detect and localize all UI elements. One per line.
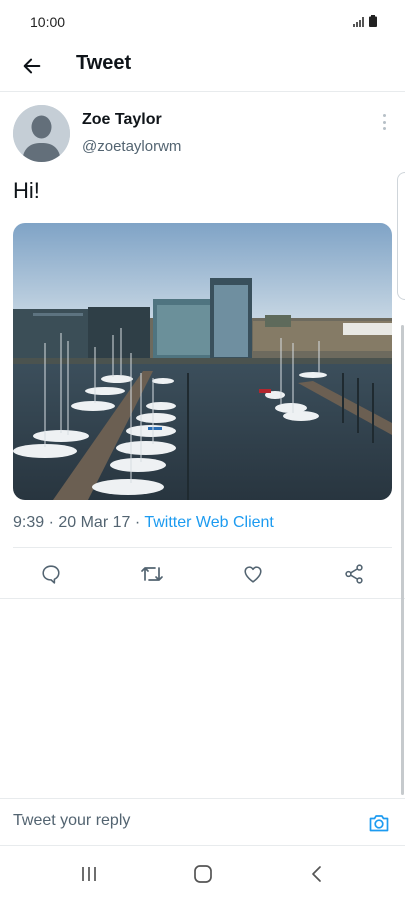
retweet-icon xyxy=(141,567,163,581)
tweet-text: Hi! xyxy=(13,178,40,203)
share-button[interactable] xyxy=(340,560,368,588)
share-icon xyxy=(345,564,363,584)
default-avatar-icon xyxy=(13,105,70,162)
edge-panel-handle[interactable] xyxy=(397,172,405,300)
camera-button[interactable] xyxy=(367,811,391,835)
meta-separator: · xyxy=(44,514,59,531)
home-icon xyxy=(194,865,212,883)
status-icons xyxy=(353,15,377,27)
signal-icon xyxy=(353,17,364,27)
divider xyxy=(0,598,405,599)
reply-button[interactable] xyxy=(37,560,65,588)
page-title: Tweet xyxy=(76,52,132,74)
comment-icon xyxy=(42,565,60,584)
back-button[interactable] xyxy=(18,52,46,80)
reply-input[interactable] xyxy=(13,812,343,830)
tweet-actions xyxy=(0,556,405,592)
status-bar: 10:00 xyxy=(0,0,405,44)
heart-icon xyxy=(244,566,262,583)
app-header: Tweet xyxy=(0,44,405,92)
author-handle[interactable]: @zoetaylorwm xyxy=(82,138,181,155)
more-vertical-icon xyxy=(382,114,386,117)
tweet-client-link[interactable]: Twitter Web Client xyxy=(144,514,274,531)
author-name[interactable]: Zoe Taylor xyxy=(82,111,162,129)
camera-icon xyxy=(369,815,389,832)
avatar[interactable] xyxy=(13,105,70,162)
battery-icon xyxy=(369,15,377,27)
retweet-button[interactable] xyxy=(138,560,166,588)
meta-separator: · xyxy=(130,514,145,531)
tweet-timestamp: 9:39 · 20 Mar 17 · Twitter Web Client xyxy=(13,514,274,532)
divider xyxy=(13,547,392,548)
more-options-button[interactable] xyxy=(381,114,387,130)
nav-back-icon xyxy=(312,866,321,882)
nav-back-button[interactable] xyxy=(302,862,332,886)
tweet-time: 9:39 xyxy=(13,514,45,531)
scrollbar[interactable] xyxy=(401,325,404,795)
status-time: 10:00 xyxy=(30,14,66,30)
tweet-photo[interactable] xyxy=(13,223,392,500)
like-button[interactable] xyxy=(239,560,267,588)
tweet-date: 20 Mar 17 xyxy=(58,514,131,531)
system-navigation-bar xyxy=(0,846,405,902)
arrow-left-icon xyxy=(23,58,41,74)
reply-bar xyxy=(0,798,405,846)
recents-icon xyxy=(82,867,96,881)
recents-button[interactable] xyxy=(74,862,104,886)
home-button[interactable] xyxy=(188,862,218,886)
